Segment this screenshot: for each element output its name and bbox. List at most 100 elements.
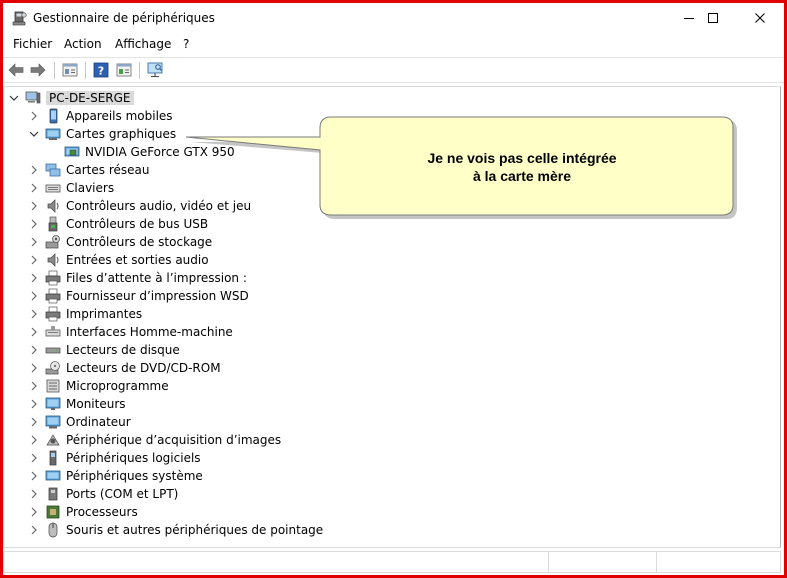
chevron-right-icon[interactable] [28,344,40,356]
tree-category-souris[interactable]: Souris et autres périphériques de pointa… [28,521,323,539]
forward-arrow-icon[interactable] [29,61,47,79]
chevron-right-icon[interactable] [28,236,40,248]
software-device-icon [45,450,61,466]
monitor-icon [45,396,61,412]
status-cell [549,551,657,573]
chevron-right-icon[interactable] [28,488,40,500]
tree-category-processeurs[interactable]: Processeurs [28,503,138,521]
hid-icon [45,324,61,340]
chevron-right-icon[interactable] [28,308,40,320]
tree-category-entrees-sorties-audio[interactable]: Entrées et sorties audio [28,251,209,269]
storage-controller-icon [45,234,61,250]
tree-category-label: Entrées et sorties audio [66,253,209,267]
status-cell [3,551,549,573]
maximize-icon [708,13,718,23]
chevron-right-icon[interactable] [28,200,40,212]
menu-help[interactable]: ? [183,37,189,51]
chevron-right-icon[interactable] [28,326,40,338]
menu-fichier[interactable]: Fichier [13,37,52,51]
tree-category-label: Périphérique d’acquisition d’images [66,433,282,447]
status-bar [3,551,781,573]
tree-category-label: Interfaces Homme-machine [66,325,233,339]
back-arrow-icon[interactable] [7,61,25,79]
dvd-icon [45,360,61,376]
toolbar: ? [3,57,784,83]
tree-category-microprogramme[interactable]: Microprogramme [28,377,169,395]
menu-action[interactable]: Action [64,37,102,51]
chevron-right-icon[interactable] [28,182,40,194]
title-bar: Gestionnaire de périphériques [3,3,784,33]
tree-category-label: Souris et autres périphériques de pointa… [66,523,324,537]
scan-hardware-icon[interactable] [146,61,164,79]
tree-category-lecteurs-dvd[interactable]: Lecteurs de DVD/CD-ROM [28,359,221,377]
chevron-right-icon[interactable] [28,164,40,176]
mobile-device-icon [45,108,61,124]
chevron-right-icon[interactable] [28,290,40,302]
tree-category-imprimantes[interactable]: Imprimantes [28,305,142,323]
annotation-line: Je ne vois pas celle intégrée [427,150,617,166]
tree-category-label: Appareils mobiles [66,109,173,123]
chevron-right-icon[interactable] [28,452,40,464]
tree-category-cartes-graphiques[interactable]: Cartes graphiques [28,125,176,143]
help-icon[interactable]: ? [92,61,110,79]
toolbar-separator [54,62,55,79]
chevron-right-icon[interactable] [28,218,40,230]
tree-category-label: Lecteurs de DVD/CD-ROM [66,361,221,375]
tree-category-label: Contrôleurs de stockage [66,235,213,249]
tree-category-interfaces-homme-machine[interactable]: Interfaces Homme-machine [28,323,233,341]
chevron-right-icon[interactable] [28,380,40,392]
firmware-icon [45,378,61,394]
chevron-down-icon[interactable] [28,128,40,140]
chevron-right-icon[interactable] [28,110,40,122]
menu-affichage[interactable]: Affichage [115,37,171,51]
chevron-down-icon[interactable] [8,92,20,104]
chevron-right-icon[interactable] [28,506,40,518]
chevron-right-icon[interactable] [28,524,40,536]
tree-category-controleurs-usb[interactable]: Contrôleurs de bus USB [28,215,208,233]
tree-category-peripheriques-logiciels[interactable]: Périphériques logiciels [28,449,201,467]
tree-device-nvidia-gtx-950[interactable]: NVIDIA GeForce GTX 950 [64,143,235,161]
tree-category-lecteurs-disque[interactable]: Lecteurs de disque [28,341,180,359]
tree-category-label: Microprogramme [66,379,169,393]
tree-category-moniteurs[interactable]: Moniteurs [28,395,126,413]
tree-category-label: Fournisseur d’impression WSD [66,289,249,303]
chevron-right-icon[interactable] [28,398,40,410]
camera-icon [45,432,61,448]
tree-category-ports[interactable]: Ports (COM et LPT) [28,485,178,503]
tree-root[interactable]: PC-DE-SERGE [8,89,134,107]
chevron-right-icon[interactable] [28,272,40,284]
properties-icon[interactable] [61,61,79,79]
tree-category-acquisition-images[interactable]: Périphérique d’acquisition d’images [28,431,281,449]
annotation-line: à la carte mère [472,168,572,184]
chevron-right-icon[interactable] [28,416,40,428]
chevron-right-icon[interactable] [28,470,40,482]
disk-drive-icon [45,342,61,358]
chevron-right-icon[interactable] [28,254,40,266]
tree-category-controleurs-audio[interactable]: Contrôleurs audio, vidéo et jeu [28,197,251,215]
computer-icon [25,90,41,106]
tree-category-cartes-reseau[interactable]: Cartes réseau [28,161,149,179]
update-driver-icon[interactable] [115,61,133,79]
mouse-icon [45,522,61,538]
tree-category-label: Claviers [66,181,115,195]
svg-text:?: ? [98,65,104,78]
chevron-right-icon[interactable] [28,362,40,374]
tree-category-ordinateur[interactable]: Ordinateur [28,413,131,431]
maximize-button[interactable] [690,3,736,33]
toolbar-separator [139,62,140,79]
tree-category-fournisseur-impression-wsd[interactable]: Fournisseur d’impression WSD [28,287,249,305]
tree-category-label: Cartes réseau [66,163,150,177]
tree-category-claviers[interactable]: Claviers [28,179,114,197]
tree-category-appareils-mobiles[interactable]: Appareils mobiles [28,107,173,125]
tree-category-controleurs-stockage[interactable]: Contrôleurs de stockage [28,233,212,251]
close-button[interactable] [737,3,783,33]
tree-category-files-attente-impression[interactable]: Files d’attente à l’impression : [28,269,247,287]
system-device-icon [45,468,61,484]
speaker-icon [45,252,61,268]
tree-category-label: Périphériques logiciels [66,451,201,465]
device-manager-icon [12,10,28,26]
tree-category-label: Contrôleurs audio, vidéo et jeu [66,199,252,213]
display-adapter-icon [45,126,61,142]
tree-category-peripheriques-systeme[interactable]: Périphériques système [28,467,203,485]
chevron-right-icon[interactable] [28,434,40,446]
